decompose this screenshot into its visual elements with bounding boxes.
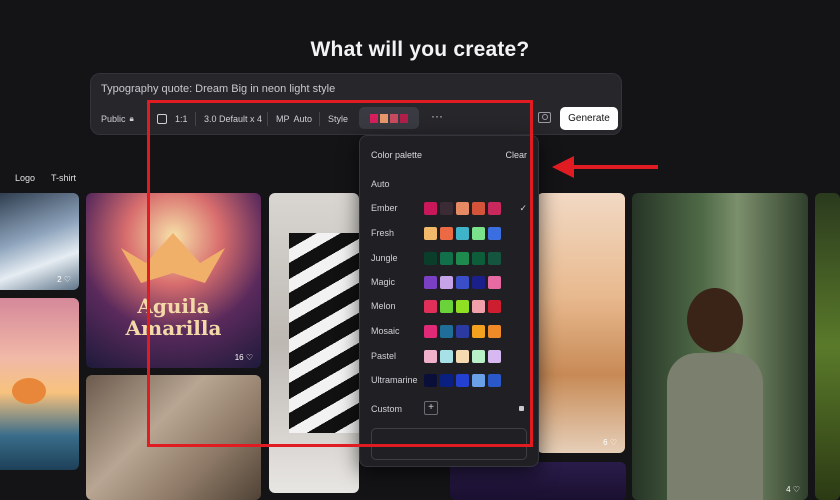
lock-icon: 🔒︎ — [129, 114, 134, 123]
like-count[interactable]: 4 ♡ — [786, 485, 800, 494]
gallery-card[interactable] — [815, 193, 840, 500]
gallery-card[interactable]: 6 ♡ — [537, 193, 625, 453]
gallery-card[interactable]: 2 ♡ — [0, 193, 79, 290]
gallery-card[interactable] — [0, 298, 79, 470]
camera-icon[interactable] — [538, 112, 551, 123]
gallery-card[interactable]: 4 ♡ — [632, 193, 808, 500]
page-title: What will you create? — [310, 38, 530, 61]
prompt-input[interactable]: Typography quote: Dream Big in neon ligh… — [101, 83, 335, 95]
arrow-shaft — [572, 165, 658, 169]
visibility-toggle[interactable]: Public 🔒︎ — [101, 112, 134, 126]
visibility-label: Public — [101, 114, 126, 124]
child-body-illustration — [667, 353, 763, 500]
highlight-frame — [147, 100, 533, 447]
arrow-left-icon — [552, 156, 574, 178]
category-tshirt[interactable]: T-shirt — [51, 173, 76, 183]
generate-button[interactable]: Generate — [560, 107, 618, 130]
gallery-card[interactable] — [450, 462, 626, 500]
like-count[interactable]: 2 ♡ — [57, 275, 71, 284]
drink-illustration — [12, 378, 46, 404]
child-head-illustration — [687, 288, 743, 352]
category-logo[interactable]: Logo — [15, 173, 35, 183]
like-count[interactable]: 6 ♡ — [603, 438, 617, 447]
